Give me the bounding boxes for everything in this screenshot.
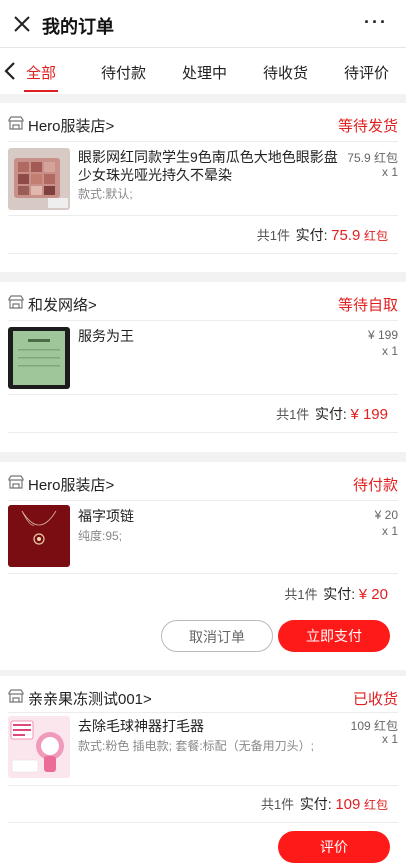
shop-icon — [8, 295, 24, 309]
review-button[interactable]: 评价 — [278, 831, 390, 863]
tab-pending-payment[interactable]: 待付款 — [101, 62, 146, 83]
shop-name: 亲亲果冻测试001> — [28, 691, 152, 708]
order-status: 已收货 — [352, 691, 398, 708]
pay-now-button[interactable]: 立即支付 — [278, 620, 390, 652]
product-price: ¥ 20 — [374, 508, 398, 522]
divider — [8, 712, 398, 713]
product-attributes: 款式:默认; — [78, 187, 133, 201]
chevron-left-icon[interactable] — [3, 61, 17, 81]
product-quantity: x 1 — [381, 732, 398, 746]
paid-label: 实付: — [314, 406, 347, 422]
divider — [8, 141, 398, 142]
paid-unit: 红包 — [363, 229, 388, 243]
divider — [8, 785, 398, 786]
tab-pending-receipt[interactable]: 待收货 — [263, 62, 308, 83]
tab-pending-review[interactable]: 待评价 — [344, 62, 389, 83]
paid-label: 实付: — [295, 227, 328, 243]
cancel-order-button[interactable]: 取消订单 — [161, 620, 273, 652]
shop-row[interactable]: Hero服装店> 待付款 — [0, 462, 406, 504]
divider — [8, 822, 398, 823]
product-image[interactable] — [8, 716, 70, 778]
order-summary: 共1件 实付: ¥ 20 — [284, 584, 388, 604]
shop-icon — [8, 689, 24, 703]
product-attributes: 纯度:95; — [78, 529, 123, 543]
product-price: ¥ 199 — [367, 328, 398, 342]
product-name[interactable]: 眼影网红同款学生9色南瓜色大地色眼影盘少女珠光哑光持久不晕染 — [78, 148, 340, 184]
paid-amount: ¥ 199 — [350, 406, 388, 423]
order-summary: 共1件 实付: 75.9 红包 — [257, 225, 388, 245]
nav-bar: 我的订单 ··· — [0, 0, 406, 48]
tab-processing[interactable]: 处理中 — [182, 62, 227, 83]
shop-name: Hero服装店> — [28, 118, 115, 135]
shop-row[interactable]: 和发网络> 等待自取 — [0, 282, 406, 324]
divider — [8, 253, 398, 254]
divider — [8, 573, 398, 574]
paid-amount: ¥ 20 — [358, 586, 388, 603]
product-quantity: x 1 — [381, 524, 398, 538]
shop-icon — [8, 475, 24, 489]
product-quantity: x 1 — [381, 165, 398, 179]
item-count: 共1件 — [260, 797, 295, 812]
order-status: 待付款 — [352, 477, 398, 494]
item-count: 共1件 — [284, 587, 318, 602]
product-attributes: 款式:粉色 插电款; 套餐:标配（无备用刀头）; — [78, 739, 315, 753]
divider — [8, 394, 398, 395]
product-name[interactable]: 服务为王 — [78, 327, 340, 345]
divider — [8, 320, 398, 321]
page-title: 我的订单 — [42, 17, 114, 37]
order-summary: 共1件 实付: ¥ 199 — [276, 404, 388, 424]
shop-row[interactable]: Hero服装店> 等待发货 — [0, 103, 406, 145]
order-card: Hero服装店> 待付款 福字项链 纯度:95; ¥ 20 x 1 共1件 实付… — [0, 462, 406, 670]
shop-icon — [8, 116, 24, 130]
product-name[interactable]: 福字项链 — [78, 507, 340, 525]
paid-amount: 75.9 — [331, 227, 361, 244]
product-name[interactable]: 去除毛球神器打毛器 — [78, 717, 340, 735]
more-options-icon[interactable]: ··· — [364, 12, 388, 33]
order-status: 等待自取 — [337, 297, 398, 314]
paid-label: 实付: — [323, 586, 356, 602]
paid-amount: 109 — [335, 796, 361, 813]
divider — [8, 500, 398, 501]
order-card: 和发网络> 等待自取 服务为王 ¥ 199 x 1 共1件 实付: ¥ 199 — [0, 282, 406, 452]
order-card: 亲亲果冻测试001> 已收货 去除毛球神器打毛器 款式:粉色 插电款; 套餐:标… — [0, 676, 406, 864]
item-count: 共1件 — [256, 228, 291, 243]
product-price: 75.9 红包 — [347, 151, 398, 165]
product-image[interactable] — [8, 327, 70, 389]
active-tab-indicator — [24, 90, 58, 92]
product-image[interactable] — [8, 505, 70, 567]
divider — [8, 215, 398, 216]
tab-all[interactable]: 全部 — [26, 62, 56, 83]
order-card: Hero服装店> 等待发货 眼影网红同款学生9色南瓜色大地色眼影盘少女珠光哑光持… — [0, 103, 406, 272]
divider — [8, 432, 398, 433]
item-count: 共1件 — [276, 407, 310, 422]
order-tabs: 全部 待付款 处理中 待收货 待评价 — [0, 48, 406, 94]
shop-name: Hero服装店> — [28, 477, 115, 494]
shop-name: 和发网络> — [28, 297, 97, 314]
paid-label: 实付: — [299, 796, 332, 812]
order-summary: 共1件 实付: 109 红包 — [261, 794, 388, 814]
order-status: 等待发货 — [337, 118, 398, 135]
close-icon[interactable] — [12, 14, 32, 34]
product-quantity: x 1 — [381, 344, 398, 358]
product-image[interactable] — [8, 148, 70, 210]
paid-unit: 红包 — [363, 798, 388, 812]
